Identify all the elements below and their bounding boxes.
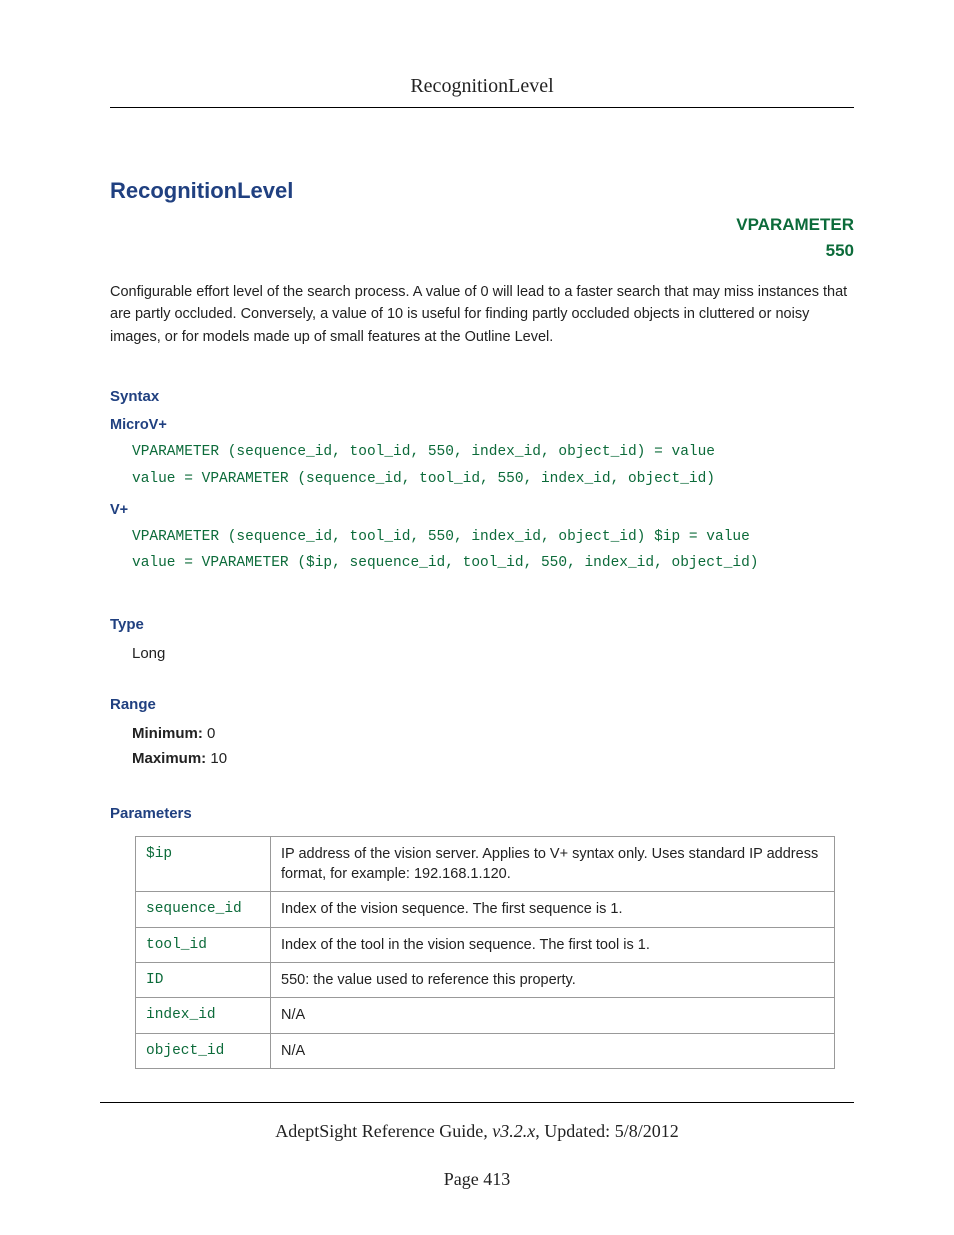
range-min: Minimum: 0: [132, 725, 854, 742]
param-desc: N/A: [271, 1033, 835, 1068]
tag-name: VPARAMETER: [736, 215, 854, 234]
param-desc: N/A: [271, 998, 835, 1033]
syntax-heading: Syntax: [110, 388, 854, 405]
param-key: tool_id: [136, 927, 271, 962]
parameters-heading: Parameters: [110, 805, 854, 822]
range-min-label: Minimum:: [132, 725, 203, 742]
param-key: sequence_id: [136, 892, 271, 927]
footer-guide: AdeptSight Reference Guide: [275, 1121, 483, 1141]
table-row: tool_id Index of the tool in the vision …: [136, 927, 835, 962]
table-row: ID 550: the value used to reference this…: [136, 962, 835, 997]
table-row: index_id N/A: [136, 998, 835, 1033]
table-row: sequence_id Index of the vision sequence…: [136, 892, 835, 927]
description-text: Configurable effort level of the search …: [110, 281, 854, 348]
page-title: RecognitionLevel: [110, 178, 854, 204]
microv-label: MicroV+: [110, 417, 854, 433]
param-key: $ip: [136, 836, 271, 892]
param-key: index_id: [136, 998, 271, 1033]
page-num-value: 413: [483, 1169, 510, 1189]
range-max-label: Maximum:: [132, 750, 206, 767]
type-heading: Type: [110, 616, 854, 633]
footer-rule: [100, 1102, 854, 1103]
param-key: ID: [136, 962, 271, 997]
param-desc: Index of the vision sequence. The first …: [271, 892, 835, 927]
vplus-label: V+: [110, 502, 854, 518]
type-value: Long: [132, 645, 854, 662]
table-row: object_id N/A: [136, 1033, 835, 1068]
param-desc: Index of the tool in the vision sequence…: [271, 927, 835, 962]
page-label: Page: [444, 1169, 479, 1189]
range-heading: Range: [110, 696, 854, 713]
property-tag: VPARAMETER 550: [110, 212, 854, 263]
page-number: Page 413: [100, 1169, 854, 1190]
range-max: Maximum: 10: [132, 750, 854, 767]
footer-updated: 5/8/2012: [615, 1121, 679, 1141]
parameters-table: $ip IP address of the vision server. App…: [135, 836, 835, 1069]
footer-credits: AdeptSight Reference Guide, v3.2.x, Upda…: [100, 1121, 854, 1142]
range-min-value: 0: [207, 725, 215, 742]
tag-id: 550: [826, 241, 854, 260]
page-footer: AdeptSight Reference Guide, v3.2.x, Upda…: [100, 1102, 854, 1190]
table-row: $ip IP address of the vision server. App…: [136, 836, 835, 892]
footer-version: v3.2.x: [492, 1121, 535, 1141]
running-header: RecognitionLevel: [110, 75, 854, 108]
footer-updated-label: Updated:: [544, 1121, 610, 1141]
range-max-value: 10: [210, 750, 227, 767]
param-desc: 550: the value used to reference this pr…: [271, 962, 835, 997]
param-key: object_id: [136, 1033, 271, 1068]
microv-code: VPARAMETER (sequence_id, tool_id, 550, i…: [132, 439, 854, 491]
param-desc: IP address of the vision server. Applies…: [271, 836, 835, 892]
vplus-code: VPARAMETER (sequence_id, tool_id, 550, i…: [132, 524, 854, 576]
